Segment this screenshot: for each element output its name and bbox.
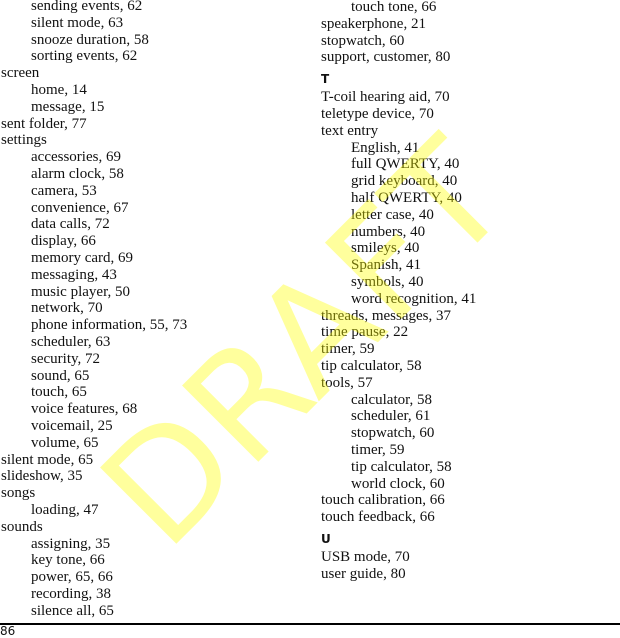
index-subentry: English, 41 [351, 139, 420, 156]
index-entry: songs [1, 485, 36, 502]
index-entry: touch calibration, 66 [321, 492, 445, 509]
index-subentry: messaging, 43 [31, 266, 117, 283]
index-column-right: touch tone, 66 speakerphone, 21 stopwatch,… [321, 0, 476, 583]
index-subentry: display, 66 [31, 233, 96, 250]
index-subentry: snooze duration, 58 [31, 31, 149, 48]
index-subentry: convenience, 67 [31, 199, 129, 216]
index-entry: threads, messages, 37 [321, 307, 451, 324]
index-subentry: sound, 65 [31, 367, 90, 384]
index-subentry: tip calculator, 58 [351, 458, 452, 475]
index-subentry: sorting events, 62 [31, 48, 138, 65]
index-subentry: sending events, 62 [31, 0, 143, 14]
index-column-left: sending events, 62 silent mode, 63 snooze … [1, 0, 187, 619]
index-subentry: recording, 38 [31, 585, 111, 602]
index-entry: touch feedback, 66 [321, 509, 435, 526]
page-number: 86 [0, 624, 16, 638]
index-subentry: volume, 65 [31, 434, 99, 451]
index-entry: USB mode, 70 [321, 548, 410, 565]
index-subentry: key tone, 66 [31, 552, 105, 569]
index-subentry: word recognition, 41 [351, 290, 477, 307]
index-subentry: grid keyboard, 40 [351, 173, 458, 190]
index-entry: time pause, 22 [321, 324, 409, 341]
index-subentry: assigning, 35 [31, 535, 111, 552]
index-subentry: world clock, 60 [351, 475, 445, 492]
index-entry: timer, 59 [321, 341, 375, 358]
index-entry: screen [1, 65, 40, 82]
index-subentry: symbols, 40 [351, 273, 424, 290]
index-entry: tip calculator, 58 [321, 357, 422, 374]
index-subentry: touch, 65 [31, 384, 87, 401]
index-subentry: music player, 50 [31, 283, 130, 300]
index-entry: text entry [321, 122, 379, 139]
index-letter-heading: U [321, 531, 331, 546]
index-subentry: stopwatch, 60 [351, 425, 435, 442]
index-subentry: silence all, 65 [31, 602, 114, 619]
index-subentry: Spanish, 41 [351, 257, 422, 274]
index-subentry: phone information, 55, 73 [31, 317, 188, 334]
index-entry: support, customer, 80 [321, 49, 451, 66]
index-entry: slideshow, 35 [1, 468, 83, 485]
index-entry: stopwatch, 60 [321, 32, 405, 49]
index-subentry: voicemail, 25 [31, 417, 113, 434]
index-entry: sounds [1, 518, 43, 535]
index-subentry: loading, 47 [31, 501, 99, 518]
index-subentry: scheduler, 63 [31, 333, 111, 350]
index-subentry: letter case, 40 [351, 206, 434, 223]
index-subentry: camera, 53 [31, 182, 97, 199]
index-entry: teletype device, 70 [321, 105, 434, 122]
index-entry: tools, 57 [321, 374, 373, 391]
index-letter-heading: T [321, 72, 330, 87]
index-entry: speakerphone, 21 [321, 15, 426, 32]
index-subentry: smileys, 40 [351, 240, 420, 257]
index-subentry: data calls, 72 [31, 216, 110, 233]
index-subentry: message, 15 [31, 98, 105, 115]
index-subentry: touch tone, 66 [351, 0, 437, 15]
index-entry: user guide, 80 [321, 565, 406, 582]
index-subentry: full QWERTY, 40 [351, 156, 460, 173]
index-subentry: memory card, 69 [31, 249, 134, 266]
footer-divider [0, 623, 620, 625]
index-subentry: timer, 59 [351, 441, 405, 458]
index-subentry: accessories, 69 [31, 149, 121, 166]
index-subentry: home, 14 [31, 81, 87, 98]
index-subentry: security, 72 [31, 350, 101, 367]
index-subentry: half QWERTY, 40 [351, 189, 462, 206]
index-entry: silent mode, 65 [1, 451, 94, 468]
index-subentry: power, 65, 66 [31, 569, 113, 586]
index-subentry: voice features, 68 [31, 401, 138, 418]
index-entry: T-coil hearing aid, 70 [321, 89, 450, 106]
index-subentry: numbers, 40 [351, 223, 426, 240]
index-subentry: network, 70 [31, 300, 103, 317]
index-entry: sent folder, 77 [1, 115, 87, 132]
index-subentry: silent mode, 63 [31, 14, 124, 31]
index-subentry: scheduler, 61 [351, 408, 431, 425]
index-subentry: alarm clock, 58 [31, 165, 124, 182]
index-subentry: calculator, 58 [351, 391, 433, 408]
index-entry: settings [1, 132, 47, 149]
